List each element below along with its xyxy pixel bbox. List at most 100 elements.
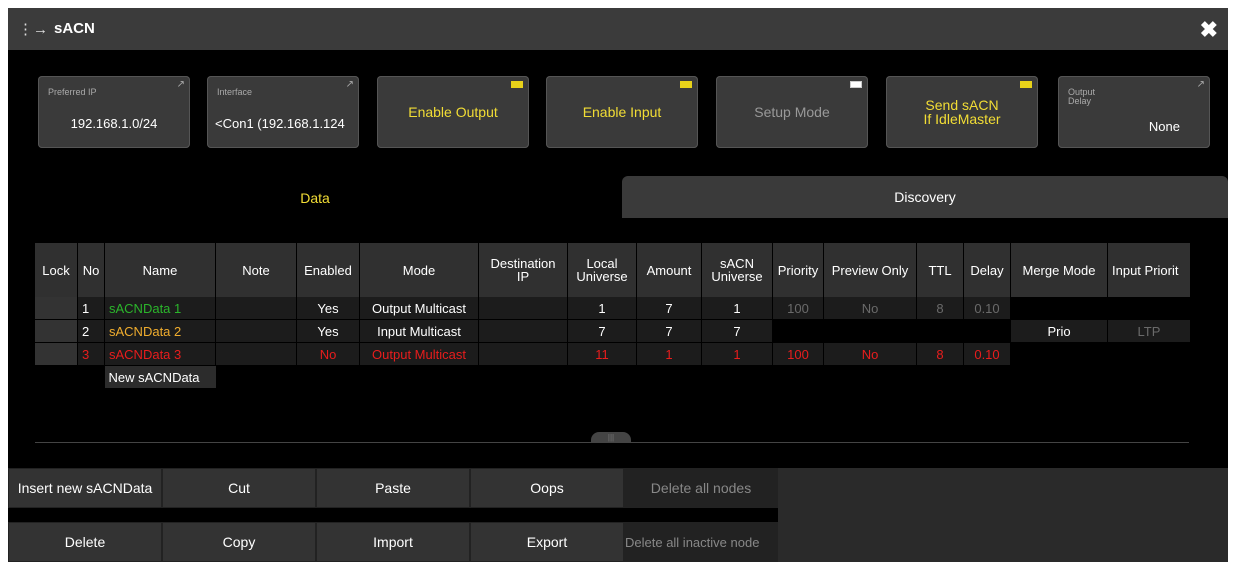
name-cell[interactable]: sACNData 1 <box>104 297 216 320</box>
enable-input-button[interactable]: Enable Input <box>546 76 698 148</box>
oops-button[interactable]: Oops <box>470 468 624 508</box>
input-priority-cell[interactable] <box>1107 342 1191 366</box>
amount-cell[interactable]: 7 <box>636 297 702 320</box>
name-cell[interactable]: sACNData 3 <box>104 342 216 366</box>
title-bar: ⋮→ sACN ✖ <box>8 8 1228 50</box>
local-universe-cell[interactable]: 7 <box>567 319 637 343</box>
send-sacn-line2: If IdleMaster <box>923 111 1001 127</box>
col-priority[interactable]: Priority <box>772 243 824 297</box>
priority-cell[interactable] <box>772 319 824 343</box>
delete-all-inactive-nodes-button[interactable]: Delete all inactive node <box>624 522 778 562</box>
new-row: New sACNData <box>35 365 1191 388</box>
amount-cell[interactable]: 1 <box>636 342 702 366</box>
cut-button[interactable]: Cut <box>162 468 316 508</box>
table-row[interactable]: 3 sACNData 3 No Output Multicast 11 1 1 … <box>35 342 1191 366</box>
sacn-universe-cell[interactable]: 7 <box>701 319 773 343</box>
insert-new-sacndata-button[interactable]: Insert new sACNData <box>8 468 162 508</box>
output-delay-label: Output Delay <box>1068 88 1095 106</box>
local-universe-cell[interactable]: 11 <box>567 342 637 366</box>
sacn-data-table: Lock No Name Note Enabled Mode Destinati… <box>35 243 1191 388</box>
col-merge-mode[interactable]: Merge Mode <box>1010 243 1108 297</box>
table-row[interactable]: 1 sACNData 1 Yes Output Multicast 1 7 1 … <box>35 297 1191 320</box>
input-priority-cell[interactable] <box>1107 297 1191 320</box>
paste-button[interactable]: Paste <box>316 468 470 508</box>
col-local-universe-line2: Universe <box>576 269 628 284</box>
mode-cell[interactable]: Input Multicast <box>359 319 479 343</box>
col-note[interactable]: Note <box>215 243 297 297</box>
lock-cell[interactable] <box>35 342 78 366</box>
note-cell[interactable] <box>215 342 297 366</box>
merge-mode-cell[interactable] <box>1010 342 1108 366</box>
col-no[interactable]: No <box>77 243 105 297</box>
ttl-cell[interactable]: 8 <box>916 297 964 320</box>
note-cell[interactable] <box>215 319 297 343</box>
delay-cell[interactable]: 0.10 <box>963 342 1011 366</box>
input-priority-cell[interactable]: LTP <box>1107 319 1191 343</box>
output-delay-button[interactable]: ↗ Output Delay None <box>1058 76 1210 148</box>
destination-ip-cell[interactable] <box>478 342 568 366</box>
note-cell[interactable] <box>215 297 297 320</box>
no-cell[interactable]: 1 <box>77 297 105 320</box>
mode-cell[interactable]: Output Multicast <box>359 297 479 320</box>
no-cell[interactable]: 2 <box>77 319 105 343</box>
amount-cell[interactable]: 7 <box>636 319 702 343</box>
col-lock[interactable]: Lock <box>35 243 78 297</box>
delete-button[interactable]: Delete <box>8 522 162 562</box>
output-delay-label-line2: Delay <box>1068 96 1092 106</box>
empty-cell <box>35 365 78 388</box>
mode-cell[interactable]: Output Multicast <box>359 342 479 366</box>
preview-only-cell[interactable]: No <box>823 297 917 320</box>
enabled-cell[interactable]: No <box>296 342 360 366</box>
tab-discovery[interactable]: Discovery <box>622 176 1228 218</box>
col-name[interactable]: Name <box>104 243 216 297</box>
priority-cell[interactable]: 100 <box>772 297 824 320</box>
delete-all-nodes-button[interactable]: Delete all nodes <box>624 468 778 508</box>
col-mode[interactable]: Mode <box>359 243 479 297</box>
enable-output-button[interactable]: Enable Output <box>377 76 529 148</box>
send-sacn-button[interactable]: Send sACN If IdleMaster <box>886 76 1038 148</box>
preferred-ip-button[interactable]: ↗ Preferred IP 192.168.1.0/24 <box>38 76 190 148</box>
interface-button[interactable]: ↗ Interface <Con1 (192.168.1.124 <box>207 76 359 148</box>
col-enabled[interactable]: Enabled <box>296 243 360 297</box>
sacn-universe-cell[interactable]: 1 <box>701 342 773 366</box>
export-button[interactable]: Export <box>470 522 624 562</box>
destination-ip-cell[interactable] <box>478 297 568 320</box>
ttl-cell[interactable]: 8 <box>916 342 964 366</box>
edit-corner-icon: ↗ <box>176 79 185 90</box>
col-local-universe[interactable]: Local Universe <box>567 243 637 297</box>
col-ttl[interactable]: TTL <box>916 243 964 297</box>
copy-button[interactable]: Copy <box>162 522 316 562</box>
name-cell[interactable]: sACNData 2 <box>104 319 216 343</box>
col-destination-ip-line2: IP <box>516 269 530 284</box>
col-sacn-universe[interactable]: sACN Universe <box>701 243 773 297</box>
col-preview-only[interactable]: Preview Only <box>823 243 917 297</box>
sacn-universe-cell[interactable]: 1 <box>701 297 773 320</box>
delay-cell[interactable] <box>963 319 1011 343</box>
col-destination-ip[interactable]: Destination IP <box>478 243 568 297</box>
no-cell[interactable]: 3 <box>77 342 105 366</box>
edit-corner-icon: ↗ <box>1196 79 1205 90</box>
preview-only-cell[interactable]: No <box>823 342 917 366</box>
preview-only-cell[interactable] <box>823 319 917 343</box>
import-button[interactable]: Import <box>316 522 470 562</box>
resize-handle-icon[interactable]: ||| <box>591 432 631 443</box>
merge-mode-cell[interactable]: Prio <box>1010 319 1108 343</box>
lock-cell[interactable] <box>35 319 78 343</box>
col-delay[interactable]: Delay <box>963 243 1011 297</box>
merge-mode-cell[interactable] <box>1010 297 1108 320</box>
table-row[interactable]: 2 sACNData 2 Yes Input Multicast 7 7 7 P… <box>35 319 1191 343</box>
col-amount[interactable]: Amount <box>636 243 702 297</box>
local-universe-cell[interactable]: 1 <box>567 297 637 320</box>
lock-cell[interactable] <box>35 297 78 320</box>
tab-data[interactable]: Data <box>8 176 622 220</box>
destination-ip-cell[interactable] <box>478 319 568 343</box>
ttl-cell[interactable] <box>916 319 964 343</box>
setup-mode-button[interactable]: Setup Mode <box>716 76 868 148</box>
delay-cell[interactable]: 0.10 <box>963 297 1011 320</box>
close-icon[interactable]: ✖ <box>1200 17 1218 43</box>
priority-cell[interactable]: 100 <box>772 342 824 366</box>
new-sacndata-button[interactable]: New sACNData <box>104 365 216 388</box>
enabled-cell[interactable]: Yes <box>296 297 360 320</box>
col-input-priority[interactable]: Input Priorit <box>1107 243 1191 297</box>
enabled-cell[interactable]: Yes <box>296 319 360 343</box>
